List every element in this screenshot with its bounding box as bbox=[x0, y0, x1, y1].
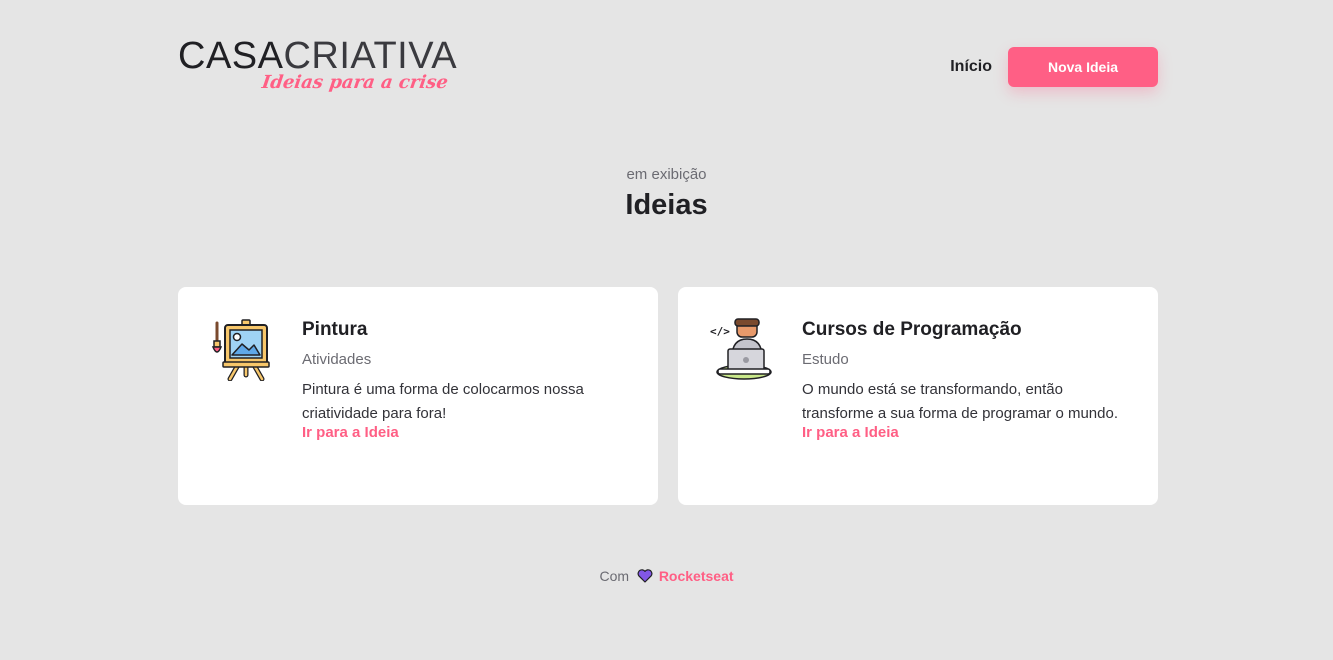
idea-card: </> Cursos de Programação Estudo O mundo… bbox=[678, 287, 1158, 505]
logo-tagline: Ideias para a crise bbox=[260, 72, 450, 93]
ideas-section-header: em exibição Ideias bbox=[0, 166, 1333, 222]
idea-title: Pintura bbox=[302, 319, 368, 340]
section-kicker: em exibição bbox=[626, 166, 707, 183]
svg-text:</>: </> bbox=[710, 325, 730, 338]
idea-card-body: Pintura Atividades Pintura é uma forma d… bbox=[302, 319, 632, 441]
idea-description: Pintura é uma forma de colocarmos nossa … bbox=[302, 381, 584, 422]
idea-link[interactable]: Ir para a Ideia bbox=[302, 424, 632, 441]
new-idea-button[interactable]: Nova Ideia bbox=[1008, 47, 1158, 87]
casa-criativa-logo[interactable]: CASACRIATIVA Ideias para a crise bbox=[178, 36, 478, 100]
ideas-list: Pintura Atividades Pintura é uma forma d… bbox=[178, 287, 1158, 505]
page-header: CASACRIATIVA Ideias para a crise Início … bbox=[178, 36, 1158, 100]
page-footer: Com Rocketseat bbox=[0, 568, 1333, 586]
idea-description: O mundo está se transformando, então tra… bbox=[802, 381, 1118, 422]
programmer-laptop-icon: </> bbox=[708, 317, 772, 381]
idea-category: Estudo bbox=[802, 351, 849, 368]
logo-light: CRIATIVA bbox=[283, 35, 458, 77]
nav-home-link[interactable]: Início bbox=[950, 58, 992, 76]
logo-wordmark: CASACRIATIVA bbox=[178, 36, 457, 76]
idea-link[interactable]: Ir para a Ideia bbox=[802, 424, 1132, 441]
heart-icon bbox=[637, 569, 653, 586]
logo-strong: CASA bbox=[178, 35, 284, 77]
easel-painting-icon bbox=[208, 317, 272, 382]
idea-card-body: Cursos de Programação Estudo O mundo est… bbox=[802, 319, 1132, 441]
footer-prefix: Com bbox=[599, 568, 630, 584]
idea-card: Pintura Atividades Pintura é uma forma d… bbox=[178, 287, 658, 505]
main-nav: Início Nova Ideia bbox=[950, 47, 1158, 87]
idea-category: Atividades bbox=[302, 351, 372, 368]
rocketseat-link[interactable]: Rocketseat bbox=[659, 568, 734, 584]
page-title: Ideias bbox=[625, 189, 708, 221]
idea-title: Cursos de Programação bbox=[802, 319, 1022, 340]
